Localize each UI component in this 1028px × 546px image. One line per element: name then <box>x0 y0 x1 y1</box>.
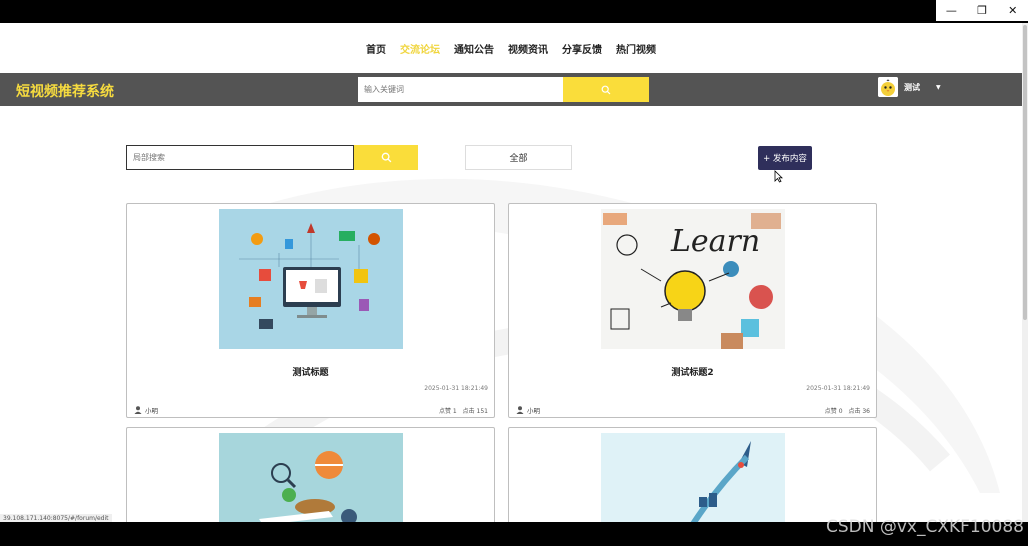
author-name: 小明 <box>527 407 540 415</box>
chevron-down-icon: ▼ <box>936 83 941 91</box>
category-select[interactable]: 全部 <box>465 145 572 170</box>
favorite-count: 点赞 1 <box>438 408 457 415</box>
nav-notices[interactable]: 通知公告 <box>454 41 494 56</box>
page: 首页 交流论坛 通知公告 视频资讯 分享反馈 热门视频 短视频推荐系统 测试 <box>0 23 1022 522</box>
card-thumbnail[interactable]: Learn <box>601 209 785 349</box>
page-scrollbar[interactable] <box>1022 23 1028 522</box>
avatar <box>878 77 898 97</box>
window-controls: — ❐ ✕ <box>936 0 1028 21</box>
card-author: 小明 <box>134 405 158 415</box>
header-search-button[interactable] <box>563 77 649 102</box>
learn-lightbulb-illustration-icon: Learn <box>601 209 785 349</box>
nav-forum[interactable]: 交流论坛 <box>400 41 440 56</box>
nav-video-news[interactable]: 视频资讯 <box>508 41 548 56</box>
avatar-chick-icon <box>878 77 898 97</box>
nav-feedback[interactable]: 分享反馈 <box>562 41 602 56</box>
forum-card[interactable]: Learn 测试标题2 2025-01-31 18:21:49 小明 点赞 0 … <box>508 203 877 418</box>
nav-hot-videos[interactable]: 热门视频 <box>616 41 656 56</box>
favorite-count: 点赞 0 <box>824 408 843 415</box>
scrollbar-thumb[interactable] <box>1023 25 1027 320</box>
card-title[interactable]: 测试标题2 <box>509 365 876 378</box>
card-stats: 点赞 1 点击 151 <box>439 406 488 415</box>
click-count: 点击 36 <box>848 408 870 415</box>
card-title[interactable]: 测试标题 <box>127 365 494 378</box>
svg-text:Learn: Learn <box>670 224 760 259</box>
user-icon <box>516 406 524 414</box>
click-count: 点击 151 <box>462 408 488 415</box>
user-icon <box>134 406 142 414</box>
username: 测试 <box>904 82 920 92</box>
top-nav: 首页 交流论坛 通知公告 视频资讯 分享反馈 热门视频 <box>0 23 1022 73</box>
header-bar: 短视频推荐系统 测试 ▼ <box>0 73 1022 106</box>
header-search-input[interactable] <box>358 77 563 102</box>
nav-home[interactable]: 首页 <box>366 41 386 56</box>
local-search-button[interactable] <box>354 145 418 170</box>
card-thumbnail[interactable] <box>219 209 403 349</box>
card-thumbnail[interactable] <box>219 433 403 522</box>
publish-button[interactable]: + 发布内容 <box>758 146 812 170</box>
card-author: 小明 <box>516 405 540 415</box>
forum-card[interactable] <box>126 427 495 522</box>
local-search-input[interactable] <box>126 145 354 170</box>
card-date: 2025-01-31 18:21:49 <box>424 385 488 392</box>
ecommerce-illustration-icon <box>219 209 403 349</box>
card-date: 2025-01-31 18:21:49 <box>806 385 870 392</box>
author-name: 小明 <box>145 407 158 415</box>
watermark: CSDN @vx_CXKF10088 <box>825 517 1024 537</box>
card-stats: 点赞 0 点击 36 <box>825 406 870 415</box>
card-thumbnail[interactable]: WIN <box>601 433 785 522</box>
forum-card[interactable]: 测试标题 2025-01-31 18:21:49 小明 点赞 1 点击 151 <box>126 203 495 418</box>
search-icon <box>601 85 611 94</box>
travel-illustration-icon <box>219 433 403 522</box>
rocket-growth-illustration-icon: WIN <box>601 433 785 522</box>
forum-card[interactable]: WIN <box>508 427 877 522</box>
window-titlebar: — ❐ ✕ <box>0 0 1028 23</box>
user-menu[interactable]: 测试 ▼ <box>878 77 941 97</box>
restore-button[interactable]: ❐ <box>967 0 998 21</box>
close-button[interactable]: ✕ <box>997 0 1028 21</box>
mouse-cursor-icon <box>774 170 783 183</box>
search-icon <box>381 152 391 163</box>
brand-title: 短视频推荐系统 <box>16 84 114 100</box>
minimize-button[interactable]: — <box>936 0 967 21</box>
